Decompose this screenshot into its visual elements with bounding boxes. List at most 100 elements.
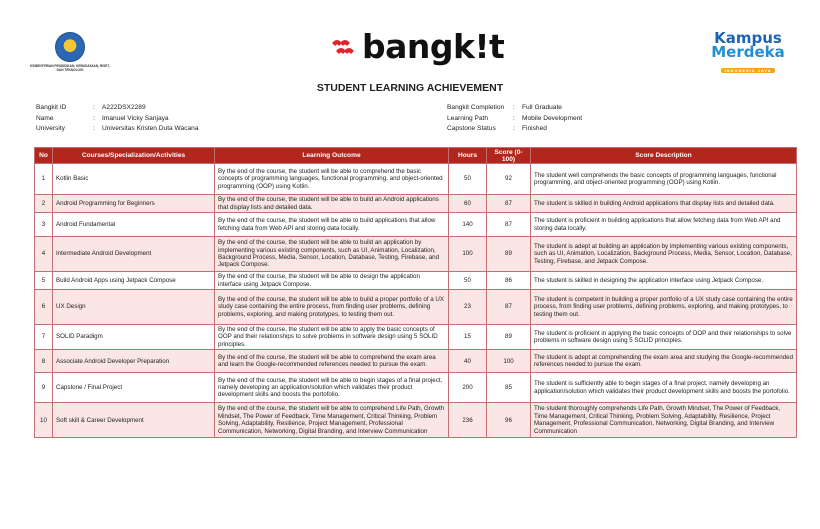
score-description: The student well comprehends the basic c… — [530, 163, 797, 195]
score-value: 96 — [486, 402, 531, 439]
info-separator: : — [513, 104, 515, 111]
header-description: Score Description — [530, 147, 797, 164]
learning-outcome: By the end of the course, the student wi… — [214, 372, 449, 404]
info-value: Full Graduate — [522, 104, 562, 111]
learning-outcome: By the end of the course, the student wi… — [214, 271, 449, 290]
table-row: 10 Soft skill & Career Development By the … — [34, 402, 797, 439]
score-description: The student is proficient in building ap… — [530, 212, 797, 237]
info-row-bangkit-id: Bangkit ID : A222DSX2289 — [36, 103, 199, 114]
score-value: 86 — [486, 271, 531, 290]
kampus-merdeka-logo: Kampus Merdeka INDONESIA JAYA — [706, 31, 790, 77]
hours-value: 15 — [448, 323, 487, 351]
score-description: The student is skilled in designing the … — [530, 271, 797, 290]
info-row-capstone-status: Capstone Status : Finished — [447, 124, 582, 135]
info-row-university: University : Universitas Kristen Duta Wa… — [36, 124, 199, 135]
bangkit-logo: bangk!t — [330, 30, 505, 63]
hours-value: 60 — [448, 194, 487, 213]
header-no: No — [34, 147, 53, 164]
learning-outcome: By the end of the course, the student wi… — [214, 163, 449, 195]
hours-value: 23 — [448, 289, 487, 325]
table-header-row: No Courses/Specialization/Activities Lea… — [34, 147, 797, 164]
student-info-left: Bangkit ID : A222DSX2289 Name : Imanuel … — [36, 103, 199, 135]
info-separator: : — [513, 114, 515, 122]
score-value: 85 — [486, 372, 531, 404]
row-number: 5 — [34, 271, 53, 290]
info-label: Capstone Status — [447, 125, 496, 132]
score-description: The student is adept at comprehending th… — [530, 349, 797, 374]
achievement-table: No Courses/Specialization/Activities Lea… — [34, 147, 797, 439]
learning-outcome: By the end of the course, the student wi… — [214, 212, 449, 237]
course-name: Associate Android Developer Preparation — [52, 349, 215, 374]
table-row: 4 Intermediate Android Development By the … — [34, 236, 797, 272]
info-label: Bangkit Completion — [447, 104, 505, 111]
hours-value: 140 — [448, 212, 487, 237]
hours-value: 236 — [448, 402, 487, 439]
info-row-learning-path: Learning Path : Mobile Development — [447, 114, 582, 125]
table-row: 5 Build Android Apps using Jetpack Compos… — [34, 271, 797, 290]
row-number: 4 — [34, 236, 53, 272]
course-name: Android Fundamental — [52, 212, 215, 237]
course-name: Build Android Apps using Jetpack Compose — [52, 271, 215, 290]
hours-value: 50 — [448, 271, 487, 290]
learning-outcome: By the end of the course, the student wi… — [214, 194, 449, 213]
hours-value: 100 — [448, 236, 487, 272]
info-label: Learning Path — [447, 114, 489, 122]
info-separator: : — [513, 125, 515, 132]
info-value: A222DSX2289 — [102, 104, 146, 111]
score-description: The student is adept at building an appl… — [530, 236, 797, 272]
row-number: 2 — [34, 194, 53, 213]
score-description: The student is sufficiently able to begi… — [530, 372, 797, 404]
score-value: 87 — [486, 194, 531, 213]
hours-value: 200 — [448, 372, 487, 404]
info-row-completion: Bangkit Completion : Full Graduate — [447, 103, 582, 114]
partner-line2: Merdeka — [711, 43, 785, 61]
course-name: Capstone / Final Project — [52, 372, 215, 404]
header-course: Courses/Specialization/Activities — [52, 147, 215, 164]
header-score: Score (0-100) — [486, 147, 531, 164]
page-title: STUDENT LEARNING ACHIEVEMENT — [316, 82, 504, 94]
header-hours: Hours — [448, 147, 487, 164]
bangkit-mark-icon — [332, 40, 354, 54]
table-row: 9 Capstone / Final Project By the end of t… — [34, 372, 797, 404]
info-row-name: Name : Imanuel Vicky Sanjaya — [36, 114, 199, 125]
score-value: 92 — [486, 163, 531, 195]
row-number: 7 — [34, 323, 53, 351]
score-description: The student is proficient in applying th… — [530, 323, 797, 351]
student-info-right: Bangkit Completion : Full Graduate Learn… — [447, 103, 582, 135]
ministry-name: KEMENTERIAN PENDIDIKAN, KEBUDAYAAN, RISE… — [30, 64, 110, 72]
table-row: 1 Kotlin Basic By the end of the course, t… — [34, 163, 797, 195]
course-name: UX Design — [52, 289, 215, 325]
row-number: 6 — [34, 289, 53, 325]
table-row: 8 Associate Android Developer Preparation… — [34, 349, 797, 374]
table-row: 3 Android Fundamental By the end of the co… — [34, 212, 797, 237]
info-value: Finished — [522, 125, 547, 132]
score-description: The student is competent in building a p… — [530, 289, 797, 325]
info-separator: : — [93, 125, 95, 132]
info-separator: : — [93, 114, 95, 122]
row-number: 1 — [34, 163, 53, 195]
learning-outcome: By the end of the course, the student wi… — [214, 289, 449, 325]
row-number: 3 — [34, 212, 53, 237]
score-description: The student is skilled in building Andro… — [530, 194, 797, 213]
info-separator: : — [93, 104, 95, 111]
row-number: 10 — [34, 402, 53, 439]
info-label: Name — [36, 114, 54, 122]
score-description: The student thoroughly comprehends Life … — [530, 402, 797, 439]
learning-outcome: By the end of the course, the student wi… — [214, 323, 449, 351]
learning-outcome: By the end of the course, the student wi… — [214, 236, 449, 272]
row-number: 8 — [34, 349, 53, 374]
table-row: 7 SOLID Paradigm By the end of the course,… — [34, 323, 797, 351]
score-value: 87 — [486, 212, 531, 237]
course-name: SOLID Paradigm — [52, 323, 215, 351]
score-value: 89 — [486, 236, 531, 272]
info-value: Imanuel Vicky Sanjaya — [102, 114, 169, 122]
learning-outcome: By the end of the course, the student wi… — [214, 349, 449, 374]
info-value: Universitas Kristen Duta Wacana — [102, 125, 199, 132]
table-row: 6 UX Design By the end of the course, the … — [34, 289, 797, 325]
hours-value: 40 — [448, 349, 487, 374]
course-name: Kotlin Basic — [52, 163, 215, 195]
course-name: Soft skill & Career Development — [52, 402, 215, 439]
ministry-logo: KEMENTERIAN PENDIDIKAN, KEBUDAYAAN, RISE… — [30, 32, 110, 72]
table-row: 2 Android Programming for Beginners By the… — [34, 194, 797, 213]
hours-value: 50 — [448, 163, 487, 195]
